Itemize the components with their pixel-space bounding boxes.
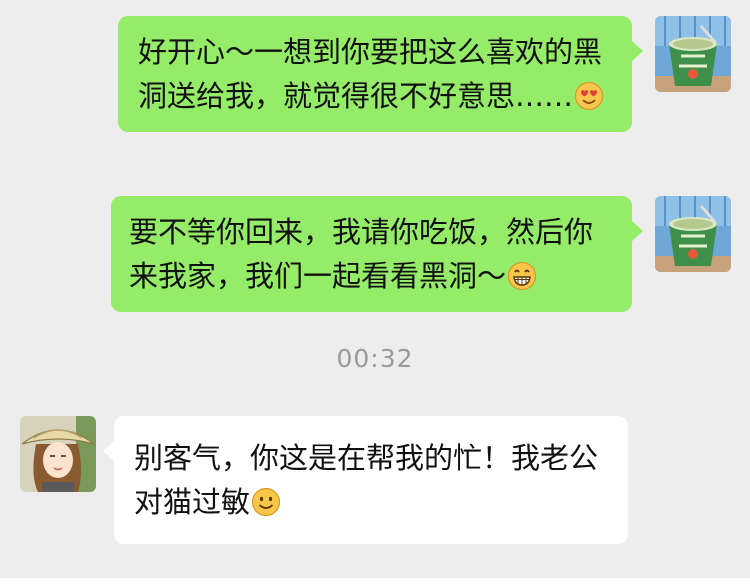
own-avatar[interactable] [655,196,731,272]
message-text: 别客气，你这是在帮我的忙！我老公对猫过敏 [134,441,599,519]
smiling-emoji-icon [251,487,281,517]
noodle-cup-avatar-icon [655,16,731,92]
message-text: 好开心～一想到你要把这么喜欢的黑洞送给我，就觉得很不好意思…… [138,35,603,113]
message-bubble-outgoing[interactable]: 好开心～一想到你要把这么喜欢的黑洞送给我，就觉得很不好意思…… [118,16,643,132]
contact-avatar[interactable] [20,416,96,492]
message-timestamp: 00:32 [336,344,414,373]
noodle-cup-avatar-icon [655,196,731,272]
message-bubble-outgoing[interactable]: 要不等你回来，我请你吃饭，然后你来我家，我们一起看看黑洞～ [111,196,643,312]
grinning-emoji-icon [507,261,537,291]
heart-eyes-emoji-icon [574,81,604,111]
own-avatar[interactable] [655,16,731,92]
message-bubble-incoming[interactable]: 别客气，你这是在帮我的忙！我老公对猫过敏 [103,416,628,544]
bottom-divider [0,578,750,586]
chat-view: 好开心～一想到你要把这么喜欢的黑洞送给我，就觉得很不好意思…… 要不等你回来，我… [0,0,750,586]
woman-straw-hat-avatar-icon [20,416,96,492]
